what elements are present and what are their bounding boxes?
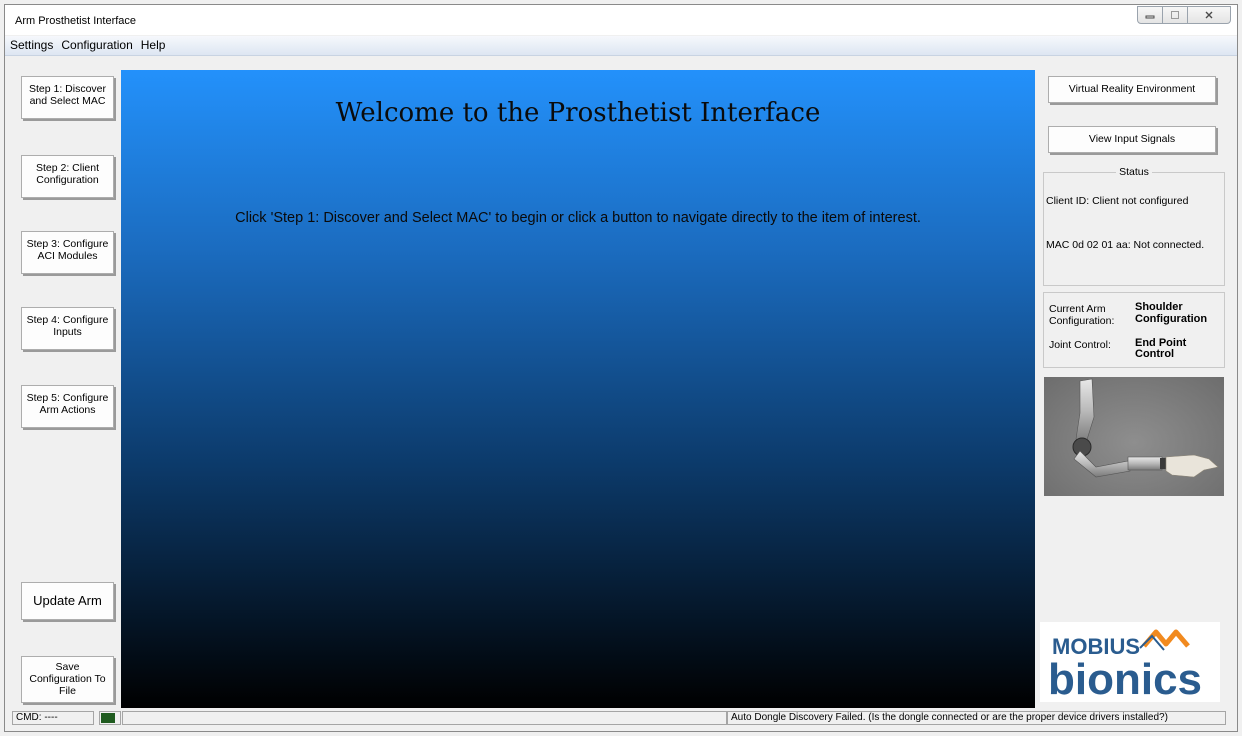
status-bar: CMD: ---- Auto Dongle Discovery Failed. …	[0, 710, 1242, 726]
save-configuration-button[interactable]: Save Configuration To File	[21, 656, 114, 703]
arm-config-value-2: Configuration	[1135, 313, 1208, 325]
step-3-label-line1: Step 3: Configure	[26, 238, 109, 250]
step-1-discover-button[interactable]: Step 1: Discover and Select MAC	[21, 76, 114, 119]
window-controls	[1137, 6, 1231, 24]
menu-settings[interactable]: Settings	[5, 36, 57, 55]
maximize-icon	[1171, 11, 1179, 19]
view-input-signals-button[interactable]: View Input Signals	[1048, 126, 1216, 153]
step-3-aci-button[interactable]: Step 3: Configure ACI Modules	[21, 231, 114, 274]
minimize-button[interactable]	[1137, 6, 1163, 24]
maximize-button[interactable]	[1162, 6, 1188, 24]
title-bar: Arm Prosthetist Interface	[5, 5, 1237, 35]
update-arm-button[interactable]: Update Arm	[21, 582, 114, 620]
mobius-bionics-logo: MOBIUS bionics	[1040, 622, 1220, 704]
joint-control-value-2: Control	[1135, 348, 1175, 360]
step-1-label-line1: Step 1: Discover	[28, 83, 107, 95]
step-4-inputs-button[interactable]: Step 4: Configure Inputs	[21, 307, 114, 350]
joint-control-label: Joint Control:	[1049, 339, 1111, 351]
step-2-label-line2: Configuration	[36, 174, 99, 186]
instruction-text: Click 'Step 1: Discover and Select MAC' …	[235, 210, 921, 226]
step-1-label-line2: and Select MAC	[29, 95, 106, 107]
step-3-label-line2: ACI Modules	[37, 250, 98, 262]
arm-config-label-1: Current Arm	[1049, 303, 1106, 315]
virtual-reality-button[interactable]: Virtual Reality Environment	[1048, 76, 1216, 103]
close-icon	[1205, 11, 1213, 19]
step-5-label-line2: Arm Actions	[39, 404, 96, 416]
connection-indicator	[99, 711, 121, 725]
step-4-label-line2: Inputs	[53, 326, 82, 338]
svg-text:bionics: bionics	[1048, 655, 1202, 702]
save-label-line2: Configuration To	[29, 673, 106, 685]
save-label-line3: File	[59, 685, 76, 697]
step-2-client-button[interactable]: Step 2: Client Configuration	[21, 155, 114, 198]
cmd-indicator: CMD: ----	[12, 711, 94, 725]
welcome-panel: Welcome to the Prosthetist Interface Cli…	[121, 70, 1035, 708]
status-legend: Status	[1116, 166, 1152, 178]
mobius-bionics-logo-art: MOBIUS bionics	[1048, 629, 1202, 704]
client-id-status: Client ID: Client not configured	[1046, 195, 1189, 207]
arm-config-label-2: Configuration:	[1049, 315, 1115, 327]
arm-configuration-box: Current Arm Configuration: Shoulder Conf…	[1043, 292, 1225, 368]
window-title: Arm Prosthetist Interface	[15, 15, 137, 27]
connection-led-icon	[101, 713, 115, 723]
prosthetic-arm-image	[1044, 377, 1224, 496]
menu-bar: Settings Configuration Help	[5, 36, 1237, 56]
close-button[interactable]	[1187, 6, 1231, 24]
status-spacer	[122, 711, 727, 725]
step-5-actions-button[interactable]: Step 5: Configure Arm Actions	[21, 385, 114, 428]
menu-help[interactable]: Help	[137, 36, 170, 55]
step-4-label-line1: Step 4: Configure	[26, 314, 109, 326]
step-5-label-line1: Step 5: Configure	[26, 392, 109, 404]
save-label-line1: Save	[55, 661, 80, 673]
menu-configuration[interactable]: Configuration	[57, 36, 136, 55]
prosthetic-arm-illustration	[1072, 378, 1219, 478]
step-2-label-line1: Step 2: Client	[35, 162, 100, 174]
status-group: Status Client ID: Client not configured …	[1043, 166, 1225, 286]
arm-config-value-1: Shoulder	[1135, 301, 1183, 313]
status-message: Auto Dongle Discovery Failed. (Is the do…	[727, 711, 1226, 725]
minimize-icon	[1145, 15, 1155, 19]
welcome-heading: Welcome to the Prosthetist Interface	[335, 98, 821, 128]
mac-status: MAC 0d 02 01 aa: Not connected.	[1046, 239, 1205, 251]
